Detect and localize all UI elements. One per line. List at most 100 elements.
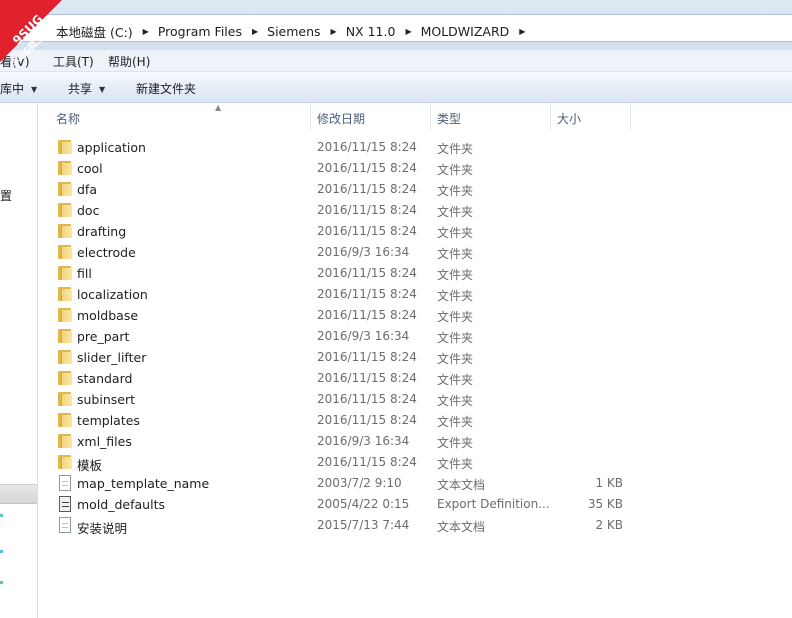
file-row[interactable]: fill 2016/11/15 8:24 文件夹 bbox=[38, 263, 792, 284]
file-name: templates bbox=[77, 413, 140, 428]
menu-view[interactable]: 看(V) bbox=[0, 53, 30, 70]
column-name-label: 名称 bbox=[56, 112, 81, 126]
file-type: 文件夹 bbox=[437, 205, 474, 219]
chevron-down-icon: ▼ bbox=[31, 85, 38, 94]
file-date: 2016/11/15 8:24 bbox=[317, 161, 417, 175]
file-date: 2016/11/15 8:24 bbox=[317, 455, 417, 469]
column-header-type[interactable]: 类型 bbox=[431, 103, 551, 130]
file-row[interactable]: electrode 2016/9/3 16:34 文件夹 bbox=[38, 242, 792, 263]
folder-icon bbox=[57, 349, 73, 365]
file-row[interactable]: mold_defaults 2005/4/22 0:15 Export Defini… bbox=[38, 494, 792, 515]
file-size: 35 KB bbox=[587, 497, 623, 511]
file-type: 文件夹 bbox=[437, 289, 474, 303]
new-folder-button[interactable]: 新建文件夹 bbox=[136, 80, 196, 97]
file-row[interactable]: application 2016/11/15 8:24 文件夹 bbox=[38, 137, 792, 158]
nav-item-selected[interactable] bbox=[0, 484, 37, 504]
file-row[interactable]: pre_part 2016/9/3 16:34 文件夹 bbox=[38, 326, 792, 347]
file-size: 2 KB bbox=[595, 518, 623, 532]
address-box[interactable]: 本地磁盘 (C:) ▶ Program Files ▶ Siemens ▶ NX… bbox=[0, 14, 792, 42]
file-name: localization bbox=[77, 287, 148, 302]
file-type: 文件夹 bbox=[437, 331, 474, 345]
file-row[interactable]: xml_files 2016/9/3 16:34 文件夹 bbox=[38, 431, 792, 452]
file-type: 文件夹 bbox=[437, 394, 474, 408]
file-type: 文件夹 bbox=[437, 247, 474, 261]
column-header-size[interactable]: 大小 bbox=[551, 103, 631, 130]
file-row[interactable]: templates 2016/11/15 8:24 文件夹 bbox=[38, 410, 792, 431]
share-button[interactable]: 共享 ▼ bbox=[68, 80, 105, 97]
breadcrumb-nx[interactable]: NX 11.0 bbox=[346, 24, 396, 39]
file-date: 2016/11/15 8:24 bbox=[317, 224, 417, 238]
command-bar: 库中 ▼ 共享 ▼ 新建文件夹 bbox=[0, 72, 792, 103]
folder-icon bbox=[57, 370, 73, 386]
file-name: electrode bbox=[77, 245, 136, 260]
breadcrumb-program-files[interactable]: Program Files bbox=[158, 24, 242, 39]
folder-icon bbox=[57, 391, 73, 407]
column-header-date[interactable]: 修改日期 bbox=[311, 103, 431, 130]
file-type: 文件夹 bbox=[437, 415, 474, 429]
file-name: moldbase bbox=[77, 308, 139, 323]
breadcrumb-arrow-icon[interactable]: ▶ bbox=[331, 27, 337, 36]
nav-expand-icon[interactable] bbox=[0, 514, 3, 517]
address-bar: 本地磁盘 (C:) ▶ Program Files ▶ Siemens ▶ NX… bbox=[0, 0, 792, 50]
file-row[interactable]: doc 2016/11/15 8:24 文件夹 bbox=[38, 200, 792, 221]
folder-icon bbox=[57, 160, 73, 176]
file-date: 2005/4/22 0:15 bbox=[317, 497, 410, 511]
file-name: pre_part bbox=[77, 329, 130, 344]
breadcrumb-arrow-icon[interactable]: ▶ bbox=[405, 27, 411, 36]
breadcrumb-arrow-icon[interactable]: ▶ bbox=[143, 27, 149, 36]
nav-expand-icon[interactable] bbox=[0, 550, 3, 553]
file-name: cool bbox=[77, 161, 103, 176]
column-header-name[interactable]: 名称 bbox=[38, 103, 311, 130]
file-name: xml_files bbox=[77, 434, 132, 449]
folder-icon bbox=[57, 454, 73, 470]
file-name: mold_defaults bbox=[77, 497, 165, 512]
file-type: 文件夹 bbox=[437, 184, 474, 198]
definition-file-icon bbox=[57, 496, 73, 512]
nav-expand-icon[interactable] bbox=[0, 581, 3, 584]
column-size-label: 大小 bbox=[557, 112, 582, 126]
file-type: 文件夹 bbox=[437, 226, 474, 240]
breadcrumb: 本地磁盘 (C:) ▶ Program Files ▶ Siemens ▶ NX… bbox=[56, 22, 534, 41]
file-row[interactable]: moldbase 2016/11/15 8:24 文件夹 bbox=[38, 305, 792, 326]
file-row[interactable]: drafting 2016/11/15 8:24 文件夹 bbox=[38, 221, 792, 242]
file-row[interactable]: standard 2016/11/15 8:24 文件夹 bbox=[38, 368, 792, 389]
folder-icon bbox=[57, 307, 73, 323]
file-row[interactable]: dfa 2016/11/15 8:24 文件夹 bbox=[38, 179, 792, 200]
file-row[interactable]: slider_lifter 2016/11/15 8:24 文件夹 bbox=[38, 347, 792, 368]
file-type: 文件夹 bbox=[437, 436, 474, 450]
file-size: 1 KB bbox=[595, 476, 623, 490]
file-name: doc bbox=[77, 203, 100, 218]
column-header-bar: ▲ 名称 修改日期 类型 大小 bbox=[38, 103, 792, 130]
file-row[interactable]: 模板 2016/11/15 8:24 文件夹 bbox=[38, 452, 792, 473]
file-type: 文件夹 bbox=[437, 142, 474, 156]
folder-icon bbox=[57, 202, 73, 218]
breadcrumb-siemens[interactable]: Siemens bbox=[267, 24, 320, 39]
breadcrumb-arrow-icon[interactable]: ▶ bbox=[252, 27, 258, 36]
file-row[interactable]: 安装说明 2015/7/13 7:44 文本文档 2 KB bbox=[38, 515, 792, 536]
folder-icon bbox=[57, 433, 73, 449]
file-row[interactable]: localization 2016/11/15 8:24 文件夹 bbox=[38, 284, 792, 305]
file-date: 2016/11/15 8:24 bbox=[317, 371, 417, 385]
file-name: subinsert bbox=[77, 392, 136, 407]
breadcrumb-arrow-icon[interactable]: ▶ bbox=[519, 27, 525, 36]
chevron-down-icon: ▼ bbox=[99, 85, 106, 94]
file-date: 2016/11/15 8:24 bbox=[317, 392, 417, 406]
file-date: 2016/9/3 16:34 bbox=[317, 434, 410, 448]
file-row[interactable]: map_template_name 2003/7/2 9:10 文本文档 1 KB bbox=[38, 473, 792, 494]
file-date: 2016/9/3 16:34 bbox=[317, 329, 410, 343]
navigation-pane[interactable]: 置 bbox=[0, 103, 38, 618]
menu-help[interactable]: 帮助(H) bbox=[108, 53, 150, 70]
include-in-library-button[interactable]: 库中 ▼ bbox=[0, 80, 37, 97]
breadcrumb-drive[interactable]: 本地磁盘 (C:) bbox=[56, 22, 133, 41]
menu-tools[interactable]: 工具(T) bbox=[53, 53, 94, 70]
file-name: drafting bbox=[77, 224, 127, 239]
column-date-label: 修改日期 bbox=[317, 112, 366, 126]
nav-item-label[interactable]: 置 bbox=[0, 187, 12, 204]
folder-icon bbox=[57, 265, 73, 281]
file-row[interactable]: cool 2016/11/15 8:24 文件夹 bbox=[38, 158, 792, 179]
breadcrumb-moldwizard[interactable]: MOLDWIZARD bbox=[421, 24, 510, 39]
file-type: 文本文档 bbox=[437, 478, 486, 492]
file-row[interactable]: subinsert 2016/11/15 8:24 文件夹 bbox=[38, 389, 792, 410]
folder-icon bbox=[57, 244, 73, 260]
column-type-label: 类型 bbox=[437, 112, 462, 126]
